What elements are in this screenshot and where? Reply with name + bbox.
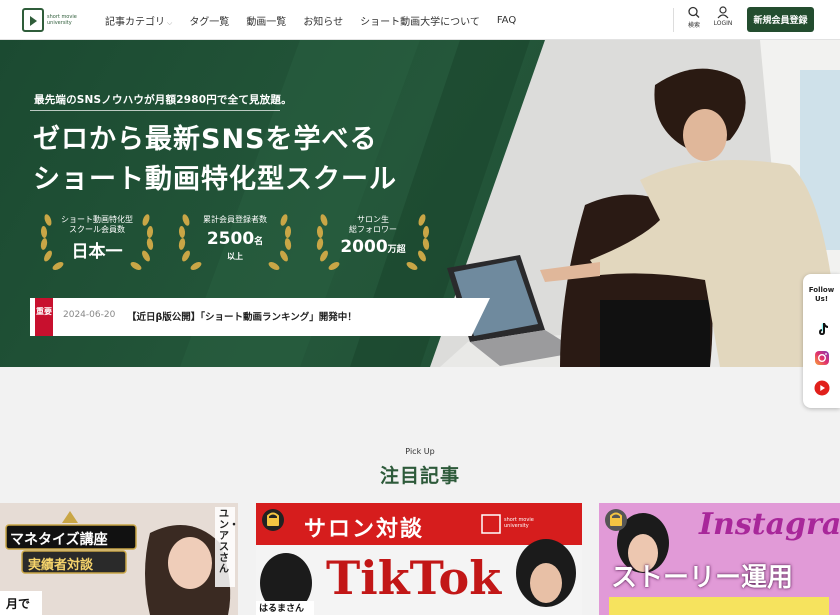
card-salon-sub: short movie university (504, 517, 534, 529)
card-guest-name: ユン・アスさん (219, 509, 238, 575)
user-icon (717, 6, 729, 19)
nav-article-category[interactable]: 記事カテゴリ ⌵ (105, 13, 172, 28)
award-caption: サロン生 総フォロワー (349, 215, 397, 234)
youtube-icon[interactable] (814, 380, 830, 396)
award-badge-members: ショート動画特化型 スクール会員数 日本一 (36, 206, 158, 274)
site-header: short movie university 記事カテゴリ ⌵ タグ一覧 動画一覧… (0, 0, 840, 40)
award-value: 日本一 (71, 242, 123, 262)
main-nav: 記事カテゴリ ⌵ タグ一覧 動画一覧 お知らせ ショート動画大学について FAQ (105, 0, 533, 40)
login-button[interactable]: LOGIN (708, 6, 738, 27)
nav-faq[interactable]: FAQ (497, 15, 516, 26)
pickup-title: 注目記事 (379, 465, 460, 487)
card-title-line1: マネタイズ講座 (10, 532, 108, 548)
nav-about[interactable]: ショート動画大学について (360, 13, 480, 28)
pickup-card-instagram-story[interactable]: Instagram ストーリー運用 (599, 503, 840, 615)
award-value: 2000万超 (340, 237, 406, 257)
hero-subtitle-underline (30, 110, 280, 111)
pickup-label-en: Pick Up (405, 447, 435, 456)
hero-title: ゼロから最新SNSを学べる ショート動画特化型スクール (33, 120, 397, 200)
hero-subtitle: 最先端のSNSノウハウが月額2980円で全て見放題。 (34, 94, 292, 106)
news-ticker[interactable]: 重要 2024-06-20 【近日β版公開】「ショート動画ランキング」開発中！ (30, 298, 490, 336)
card-salon-title: サロン対談 (304, 517, 425, 542)
search-label: 検索 (687, 22, 700, 29)
tiktok-icon[interactable] (814, 321, 830, 337)
instagram-icon[interactable] (814, 350, 830, 366)
award-caption: 累計会員登録者数 (203, 215, 267, 224)
card-story-title: ストーリー運用 (611, 563, 794, 593)
news-date: 2024-06-20 (63, 310, 116, 320)
search-icon (688, 6, 700, 18)
hero-banner[interactable]: 最先端のSNSノウハウが月額2980円で全て見放題。 ゼロから最新SNSを学べる… (0, 40, 840, 367)
site-logo[interactable]: short movie university (22, 6, 82, 34)
news-important-tag: 重要 (35, 298, 53, 336)
pickup-card-monetize[interactable]: マネタイズ講座 実績者対談 ユン・アスさん 月で (0, 503, 238, 615)
news-headline[interactable]: 【近日β版公開】「ショート動画ランキング」開発中！ (127, 309, 357, 323)
logo-text: short movie university (47, 14, 77, 26)
follow-us-label: Follow Us! (808, 286, 835, 303)
nav-video-list[interactable]: 動画一覧 (246, 13, 286, 28)
search-button[interactable]: 検索 (679, 6, 709, 29)
signup-button[interactable]: 新規会員登録 (747, 7, 814, 32)
award-caption: ショート動画特化型 スクール会員数 (61, 215, 133, 234)
nav-tag-list[interactable]: タグ一覧 (189, 13, 229, 28)
award-value: 2500名 (206, 229, 264, 249)
hero-title-line2: ショート動画特化型スクール (33, 164, 397, 195)
logo-play-icon (22, 8, 44, 32)
follow-us-panel: Follow Us! (803, 274, 840, 408)
card-instagram-title: Instagram (699, 507, 840, 542)
card-tiktok-title: TikTok (326, 551, 502, 605)
login-label: LOGIN (713, 20, 733, 27)
nav-news[interactable]: お知らせ (303, 13, 343, 28)
award-badge-followers: サロン生 総フォロワー 2000万超 (312, 206, 434, 274)
pickup-card-salon-tiktok[interactable]: サロン対談 short movie university TikTok はるまさ… (256, 503, 582, 615)
card-guest-name: はるまさん (256, 601, 314, 615)
chevron-down-icon: ⌵ (167, 18, 173, 27)
header-divider (673, 8, 674, 32)
hero-title-line1: ゼロから最新SNSを学べる (33, 124, 378, 155)
card-title-line2: 実績者対談 (28, 558, 94, 573)
award-badge-registrations: 累計会員登録者数 2500名 以上 (174, 206, 296, 274)
card-subtext: 月で (6, 597, 31, 611)
award-extra: 以上 (227, 252, 243, 261)
